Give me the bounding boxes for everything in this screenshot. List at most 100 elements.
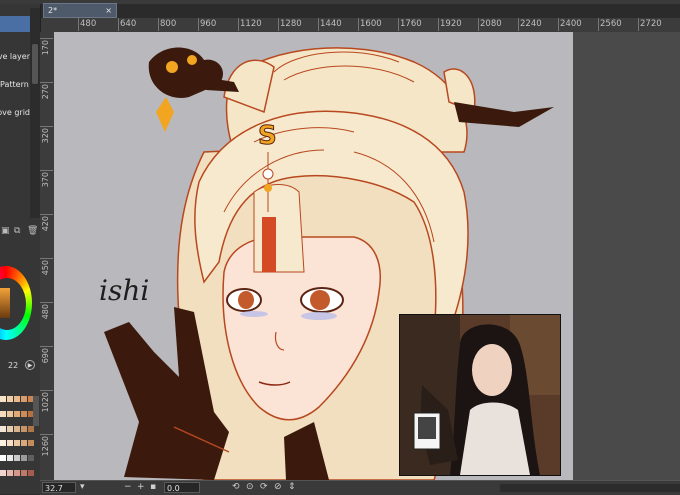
color-swatch[interactable] [7,396,13,402]
ruler-tick-mark [358,18,359,31]
zoom-slider-icon[interactable]: ▾ [80,482,85,493]
swatch-scrollbar[interactable] [33,396,39,426]
horizontal-scrollbar[interactable] [500,484,680,492]
ruler-tick-mark [40,82,53,83]
close-icon[interactable]: × [105,4,112,17]
zoom-input[interactable]: 32.7 [42,482,76,493]
color-wheel[interactable] [0,266,32,344]
rotation-input[interactable]: 0.0 [164,482,200,493]
ruler-tick-label: 1020 [41,392,50,413]
ruler-tick-mark [318,18,319,31]
color-swatch[interactable] [14,410,20,417]
ruler-tick-label: 450 [41,260,50,276]
ruler-tick-mark [198,18,199,31]
color-swatch[interactable] [0,470,6,477]
color-swatch[interactable] [21,410,27,417]
ruler-tick-mark [158,18,159,31]
copy-layer-icon[interactable]: ⧉ [14,226,23,236]
ruler-tick-label: 960 [200,19,217,29]
rotate-right-icon[interactable]: ⟳ [260,482,268,493]
color-swatch[interactable] [21,440,27,447]
flip-vertical-icon[interactable]: ⇕ [288,482,296,493]
color-swatch[interactable] [0,396,6,402]
vertical-ruler: 170 270 320 370 420 450 480 690 1020 1260 [40,32,55,480]
canvas-status-bar: 32.7 ▾ − + ▪ 0.0 ⟲ ⊙ ⟳ ⊘ ⇕ [40,480,680,495]
ruler-tick-mark [558,18,559,31]
ruler-tick-mark [478,18,479,31]
ruler-tick-label: 320 [41,128,50,144]
ruler-tick-label: 640 [120,19,137,29]
ruler-tick-mark [40,170,53,171]
color-swatch-grid[interactable] [0,396,34,484]
hairpin-letter: S [258,121,277,151]
ruler-tick-mark [518,18,519,31]
color-swatch[interactable] [7,410,13,417]
color-swatch[interactable] [7,470,13,477]
brush-size-value: 22 [8,361,19,370]
new-layer-icon[interactable]: ▣ [1,226,10,236]
move-layer-button[interactable]: Move layer [0,48,30,66]
color-swatch[interactable] [28,425,34,432]
ruler-tick-label: 170 [41,40,50,56]
ruler-tick-label: 1120 [240,19,262,29]
color-swatch[interactable] [0,455,6,462]
delete-layer-icon[interactable]: 🗑 [27,226,38,236]
ruler-tick-mark [398,18,399,31]
color-swatch[interactable] [28,440,34,447]
color-swatch[interactable] [21,396,27,402]
color-swatch[interactable] [7,440,13,447]
zoom-out-icon[interactable]: − [124,482,132,493]
color-swatch[interactable] [21,470,27,477]
color-swatch[interactable] [28,470,34,477]
ruler-tick-label: 1260 [41,436,50,457]
ruler-tick-label: 2080 [480,19,502,29]
ruler-tick-mark [598,18,599,31]
flip-icon[interactable]: ⊘ [274,482,282,493]
color-value-square[interactable] [0,288,10,318]
rotate-left-icon[interactable]: ⟲ [232,482,240,493]
ruler-tick-label: 2560 [600,19,622,29]
color-swatch[interactable] [14,440,20,447]
color-swatch[interactable] [14,470,20,477]
pattern-button[interactable]: Pattern [0,76,30,94]
fit-icon[interactable]: ▪ [150,482,156,493]
zoom-in-icon[interactable]: + [137,482,145,493]
artwork-signature: ishi [99,274,149,307]
color-swatch[interactable] [0,425,6,432]
tool-preset-selected[interactable] [0,16,30,32]
color-swatch[interactable] [7,455,13,462]
tool-list-scrollbar[interactable] [30,8,40,218]
move-grid-button[interactable]: Move grid [0,104,30,122]
color-swatch[interactable] [14,396,20,402]
ruler-tick-label: 370 [41,172,50,188]
ruler-tick-mark [40,302,53,303]
color-swatch[interactable] [14,425,20,432]
ruler-tick-mark [40,434,53,435]
ruler-tick-label: 480 [41,304,50,320]
ruler-tick-label: 1920 [440,19,462,29]
color-swatch[interactable] [7,425,13,432]
ruler-tick-mark [638,18,639,31]
ruler-tick-label: 2240 [520,19,542,29]
color-swatch[interactable] [0,410,6,417]
ruler-tick-mark [78,18,79,31]
color-swatch[interactable] [0,440,6,447]
ruler-tick-label: 2720 [640,19,662,29]
ruler-tick-mark [118,18,119,31]
play-icon[interactable]: ▶ [25,360,35,370]
tab-document[interactable]: 2* × [43,3,117,18]
color-swatch[interactable] [28,455,34,462]
ruler-tick-mark [278,18,279,31]
color-swatch[interactable] [14,455,20,462]
rotate-reset-icon[interactable]: ⊙ [246,482,254,493]
ruler-tick-mark [40,38,53,39]
canvas-pasteboard [573,32,680,480]
scrollbar-thumb[interactable] [32,44,38,84]
color-swatch[interactable] [21,425,27,432]
ruler-tick-label: 480 [80,19,97,29]
reference-photo [399,314,561,476]
ruler-tick-label: 420 [41,216,50,232]
ruler-tick-mark [40,126,53,127]
ruler-tick-label: 270 [41,84,50,100]
color-swatch[interactable] [21,455,27,462]
